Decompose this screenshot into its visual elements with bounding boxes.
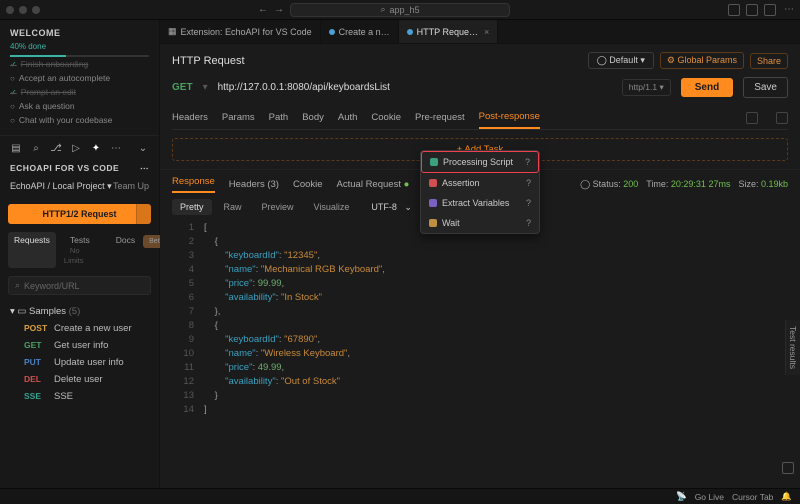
- request-header: HTTP Request ◯ Default ▾ ⚙ Global Params…: [160, 44, 800, 130]
- sidebar: WELCOME 40% done Finish onboardingAccept…: [0, 20, 160, 488]
- search-icon: ⌕: [15, 280, 20, 291]
- method-selector[interactable]: GET: [172, 82, 193, 93]
- sidebar-subtabs: Requests Tests No Limits DocsBeta: [0, 228, 159, 272]
- files-icon[interactable]: ▤: [10, 142, 22, 154]
- welcome-item[interactable]: Accept an autocomplete: [10, 71, 149, 85]
- team-up-link[interactable]: Team Up: [113, 181, 149, 192]
- welcome-item[interactable]: Prompt an edit: [10, 85, 149, 99]
- request-tab-post-response[interactable]: Post-response: [479, 106, 540, 129]
- request-tab-headers[interactable]: Headers: [172, 107, 208, 128]
- editor-tabs: ▦ Extension: EchoAPI for VS CodeCreate a…: [160, 20, 800, 44]
- endpoint-item[interactable]: PUTUpdate user info: [6, 354, 153, 371]
- test-results-tab[interactable]: Test results: [785, 320, 800, 375]
- environment-selector[interactable]: ◯ Default ▾: [588, 52, 654, 69]
- overflow-icon[interactable]: ⋯: [110, 142, 122, 154]
- request-tab-path[interactable]: Path: [269, 107, 289, 128]
- statusbar: 📡 Go Live Cursor Tab 🔔: [0, 488, 800, 504]
- dropdown-item[interactable]: Wait?: [421, 213, 539, 233]
- bell-icon[interactable]: 🔔: [781, 491, 792, 502]
- more-icon[interactable]: ⋯: [140, 163, 149, 174]
- send-button[interactable]: Send: [681, 78, 733, 97]
- sidebar-search[interactable]: ⌕ Keyword/URL: [8, 276, 151, 295]
- titlebar-actions: ⋯: [728, 4, 794, 16]
- titlebar: ← → ⌕ app_h5 ⋯: [0, 0, 800, 20]
- request-action-icon[interactable]: [776, 112, 788, 124]
- endpoint-item[interactable]: DELDelete user: [6, 371, 153, 388]
- response-info: ◯ Status: 200Time: 20:29:31 27msSize: 0.…: [580, 179, 788, 190]
- endpoint-item[interactable]: SSESSE: [6, 388, 153, 405]
- request-action-icon[interactable]: [746, 112, 758, 124]
- welcome-item[interactable]: Chat with your codebase: [10, 113, 149, 127]
- scm-icon[interactable]: ⎇: [50, 142, 62, 154]
- broadcast-icon[interactable]: 📡: [676, 491, 687, 502]
- window-controls[interactable]: [6, 6, 40, 14]
- request-tabs: Headers Params Path Body Auth Cookie Pre-reque…: [172, 106, 788, 130]
- view-pretty[interactable]: Pretty: [172, 199, 212, 215]
- request-tab-pre-request[interactable]: Pre-request: [415, 107, 465, 128]
- tab-requests[interactable]: Requests: [8, 232, 56, 268]
- endpoint-item[interactable]: POSTCreate a new user: [6, 320, 153, 337]
- response-tab[interactable]: Cookie: [293, 179, 323, 190]
- layout-icon[interactable]: [728, 4, 740, 16]
- command-center[interactable]: ⌕ app_h5: [290, 3, 510, 17]
- go-live[interactable]: Go Live: [695, 492, 724, 502]
- search-icon[interactable]: ⌕: [30, 142, 42, 154]
- response-body[interactable]: 1[2 {3 "keyboardId": "12345",4 "name": "…: [160, 221, 800, 488]
- response-tab[interactable]: Actual Request ●: [337, 179, 410, 190]
- response-tab[interactable]: Headers (3): [229, 179, 279, 190]
- dropdown-item[interactable]: Extract Variables?: [421, 193, 539, 213]
- more-icon[interactable]: ⋯: [784, 4, 794, 16]
- global-params-button[interactable]: ⚙ Global Params: [660, 52, 744, 69]
- welcome-panel: WELCOME 40% done Finish onboardingAccept…: [0, 20, 159, 136]
- protocol-selector[interactable]: http/1.1 ▾: [622, 79, 671, 96]
- search-icon: ⌕: [380, 4, 385, 15]
- encoding-selector[interactable]: UTF-8 ⌄: [371, 202, 412, 213]
- share-button[interactable]: Share: [750, 53, 788, 69]
- folder-samples[interactable]: ▾ ▭ Samples (5): [6, 303, 153, 320]
- welcome-item[interactable]: Finish onboarding: [10, 57, 149, 71]
- extension-title: ECHOAPI FOR VS CODE⋯: [0, 160, 159, 177]
- activity-bar: ▤ ⌕ ⎇ ▷ ✦ ⋯ ⌄: [0, 136, 159, 160]
- welcome-progress: 40% done: [10, 42, 149, 51]
- nav-back-icon[interactable]: ←: [258, 4, 268, 15]
- welcome-title: WELCOME: [10, 28, 149, 38]
- request-tab-body[interactable]: Body: [302, 107, 324, 128]
- search-placeholder: Keyword/URL: [24, 281, 80, 291]
- request-tab-auth[interactable]: Auth: [338, 107, 358, 128]
- chevron-down-icon[interactable]: ⌄: [137, 142, 149, 154]
- task-dropdown: Processing Script?Assertion?Extract Vari…: [420, 150, 540, 234]
- editor-tab[interactable]: ▦ Extension: EchoAPI for VS Code: [160, 20, 321, 43]
- dropdown-item[interactable]: Assertion?: [421, 173, 539, 193]
- tab-tests[interactable]: Tests No Limits: [58, 232, 102, 268]
- collection-tree: ▾ ▭ Samples (5) POSTCreate a new userGET…: [0, 299, 159, 409]
- view-visualize[interactable]: Visualize: [306, 199, 358, 215]
- workspace-name: app_h5: [390, 5, 420, 15]
- url-input[interactable]: http://127.0.0.1:8080/api/keyboardsList: [218, 82, 612, 93]
- new-request-button[interactable]: HTTP1/2 Request: [8, 204, 151, 224]
- extension-icon[interactable]: ✦: [90, 142, 102, 154]
- sidebar-icon[interactable]: [764, 4, 776, 16]
- save-button[interactable]: Save: [743, 77, 788, 98]
- response-tab[interactable]: Response: [172, 176, 215, 193]
- request-tab-params[interactable]: Params: [222, 107, 255, 128]
- request-title: HTTP Request: [172, 55, 245, 67]
- nav-forward-icon[interactable]: →: [274, 4, 284, 15]
- layout-toggle-icon[interactable]: [782, 462, 794, 474]
- endpoint-item[interactable]: GETGet user info: [6, 337, 153, 354]
- request-tab-cookie[interactable]: Cookie: [371, 107, 401, 128]
- editor-area: ▦ Extension: EchoAPI for VS CodeCreate a…: [160, 20, 800, 488]
- dropdown-item[interactable]: Processing Script?: [421, 151, 539, 173]
- view-raw[interactable]: Raw: [216, 199, 250, 215]
- editor-tab[interactable]: Create a n…: [321, 20, 399, 43]
- project-selector[interactable]: EchoAPI / Local Project ▾ Team Up: [0, 177, 159, 200]
- editor-tab[interactable]: HTTP Reque…×: [399, 20, 499, 43]
- debug-icon[interactable]: ▷: [70, 142, 82, 154]
- panel-icon[interactable]: [746, 4, 758, 16]
- cursor-tab[interactable]: Cursor Tab: [732, 492, 773, 502]
- welcome-item[interactable]: Ask a question: [10, 99, 149, 113]
- view-preview[interactable]: Preview: [254, 199, 302, 215]
